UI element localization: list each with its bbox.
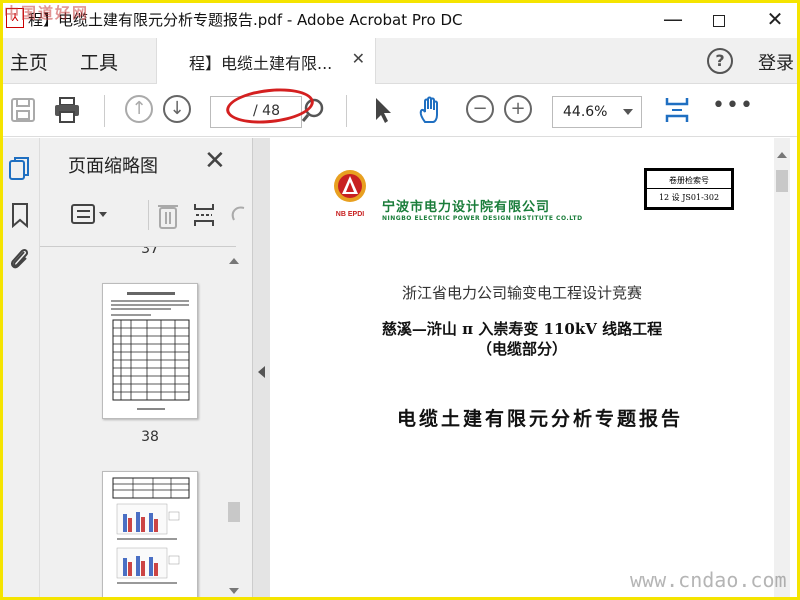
- project-part: （电缆部分）: [476, 340, 567, 358]
- next-page-icon[interactable]: ↓: [163, 95, 191, 123]
- scrollbar-thumb[interactable]: [228, 502, 240, 522]
- tools-menu[interactable]: 工具: [80, 48, 118, 75]
- login-button[interactable]: 登录: [758, 49, 794, 75]
- close-tab-icon[interactable]: ✕: [352, 49, 365, 68]
- thumbnail-list: 37 38: [40, 246, 236, 600]
- main-toolbar: ↑ ↓ / 48 − + 44.6% •••: [0, 85, 800, 137]
- previous-page-icon[interactable]: ↑: [125, 95, 153, 123]
- menu-tab-bar: 主页 工具 程】电缆土建有限... ✕ ? 登录: [0, 38, 800, 84]
- zoom-level-value: 44.6%: [563, 104, 608, 120]
- zoom-out-icon[interactable]: −: [466, 95, 494, 123]
- maximize-icon: [713, 14, 725, 27]
- title-bar: 中国道好网 ⅄ 程】电缆土建有限元分析专题报告.pdf - Adobe Acro…: [0, 0, 800, 38]
- zoom-level-select[interactable]: 44.6%: [552, 96, 642, 128]
- collapse-panel-icon[interactable]: [258, 366, 265, 378]
- scroll-up-icon[interactable]: [777, 152, 787, 158]
- thumbnail-toolbar: [68, 196, 278, 236]
- maximize-button[interactable]: [696, 4, 742, 34]
- page-thumbnail[interactable]: [102, 283, 198, 419]
- competition-name: 浙江省电力公司输变电工程设计竞赛: [401, 284, 642, 302]
- watermark-bottom: www.cndao.com: [630, 568, 787, 592]
- extract-pages-icon[interactable]: [192, 200, 216, 230]
- page-number-label: 38: [141, 429, 159, 445]
- select-cursor-icon[interactable]: [368, 95, 398, 125]
- company-logo: NB EPDI: [334, 170, 366, 218]
- rotate-icon[interactable]: [226, 200, 250, 230]
- fit-page-icon[interactable]: [662, 95, 692, 125]
- toolbar-divider: [104, 95, 105, 127]
- close-window-button[interactable]: ✕: [752, 4, 798, 34]
- document-tab[interactable]: 程】电缆土建有限... ✕: [156, 38, 376, 84]
- logo-text: NB EPDI: [336, 211, 364, 218]
- page-thumbnail[interactable]: [102, 471, 198, 600]
- attachment-icon[interactable]: [8, 246, 32, 272]
- print-icon[interactable]: [52, 95, 82, 125]
- thumbnail-panel: 页面缩略图 ✕ 37 38: [40, 138, 252, 600]
- delete-icon[interactable]: [156, 200, 180, 230]
- options-menu-icon[interactable]: [70, 202, 110, 228]
- report-title: 电缆土建有限元分析专题报告: [396, 408, 683, 430]
- page-thumbnails-icon[interactable]: [8, 156, 32, 182]
- scroll-down-icon[interactable]: [229, 588, 239, 594]
- window-title: 程】电缆土建有限元分析专题报告.pdf - Adobe Acrobat Pro …: [28, 11, 463, 29]
- bookmark-icon[interactable]: [8, 202, 32, 228]
- scrollbar-thumb[interactable]: [776, 170, 788, 192]
- thumbnail-toolbar-divider: [148, 200, 149, 230]
- thumbnail-scrollbar[interactable]: [226, 254, 242, 600]
- document-scrollbar[interactable]: [774, 138, 790, 600]
- reference-label: 卷册检索号: [647, 175, 731, 189]
- home-menu[interactable]: 主页: [10, 48, 48, 75]
- navigation-rail: [0, 138, 40, 600]
- thumbnail-chart-preview: [112, 477, 190, 584]
- help-icon[interactable]: ?: [707, 48, 733, 74]
- reference-value: 12 设 JS01-302: [658, 193, 720, 202]
- reference-number-box: 卷册检索号 12 设 JS01-302: [644, 168, 734, 210]
- toolbar-divider: [346, 95, 347, 127]
- panel-title: 页面缩略图: [68, 156, 158, 177]
- zoom-in-icon[interactable]: +: [504, 95, 532, 123]
- save-icon[interactable]: [8, 95, 38, 125]
- company-name-chinese: 宁波市电力设计院有限公司: [382, 200, 551, 215]
- panel-splitter[interactable]: [252, 138, 270, 600]
- watermark-top: 中国道好网: [4, 4, 90, 22]
- more-options-icon[interactable]: •••: [712, 95, 753, 125]
- document-tab-label: 程】电缆土建有限...: [189, 54, 333, 73]
- project-name: 慈溪—浒山 π 入崇寿变 110kV 线路工程: [381, 320, 663, 338]
- minimize-button[interactable]: —: [650, 4, 696, 34]
- page-number-label: 37: [141, 246, 159, 257]
- company-name-english: NINGBO ELECTRIC POWER DESIGN INSTITUTE C…: [382, 215, 583, 222]
- hand-tool-icon[interactable]: [416, 95, 446, 125]
- close-panel-icon[interactable]: ✕: [204, 148, 226, 174]
- thumbnail-table-preview: [111, 292, 190, 410]
- chevron-down-icon: [623, 109, 633, 115]
- document-view[interactable]: NB EPDI 宁波市电力设计院有限公司 NINGBO ELECTRIC POW…: [270, 138, 800, 600]
- company-name: 宁波市电力设计院有限公司 NINGBO ELECTRIC POWER DESIG…: [382, 196, 583, 222]
- scroll-up-icon[interactable]: [229, 258, 239, 264]
